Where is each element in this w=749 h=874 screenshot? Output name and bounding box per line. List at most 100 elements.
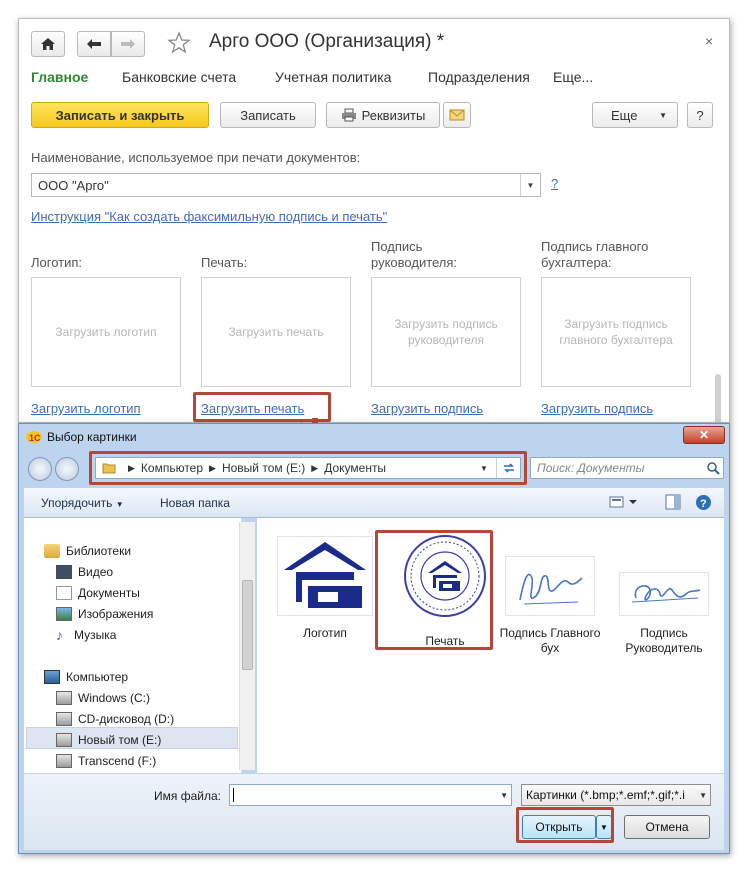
preview-pane-icon[interactable] — [665, 494, 681, 513]
upload-director-signature-link[interactable]: Загрузить подпись — [371, 401, 483, 416]
tree-drive-e[interactable]: Новый том (E:) — [56, 733, 161, 747]
tab-accounting-policy[interactable]: Учетная политика — [275, 69, 391, 85]
tree-music[interactable]: ♪ Музыка — [56, 628, 116, 642]
tree-computer-label: Компьютер — [66, 670, 129, 684]
stamp-image — [404, 535, 486, 617]
tree-documents-label: Документы — [78, 586, 140, 600]
tree-drive-c-label: Windows (C:) — [78, 691, 151, 705]
print-name-help-link[interactable]: ? — [551, 176, 558, 191]
organize-button[interactable]: Упорядочить ▼ — [41, 496, 124, 510]
dropdown-arrow-icon[interactable]: ▼ — [520, 174, 540, 196]
tree-video[interactable]: Видео — [56, 565, 113, 579]
forward-button[interactable] — [111, 31, 145, 57]
chevron-down-icon[interactable]: ▼ — [480, 464, 488, 473]
file-director-signature-name[interactable]: Подпись Руководитель — [609, 626, 719, 656]
signature-image — [519, 573, 583, 605]
upload-accountant-signature-link[interactable]: Загрузить подпись — [541, 401, 653, 416]
address-bar[interactable]: ▶ Компьютер ▶ Новый том (E:) ▶ Документы… — [95, 457, 521, 479]
chevron-down-icon[interactable]: ▼ — [500, 791, 508, 800]
chevron-down-icon: ▼ — [600, 822, 608, 832]
organization-window: Арго ООО (Организация) * × Главное Банко… — [18, 18, 730, 423]
drive-icon — [56, 733, 72, 747]
envelope-icon — [449, 109, 465, 121]
scrollbar-thumb[interactable] — [242, 580, 253, 670]
more-menu-label: Еще — [611, 107, 638, 123]
back-button[interactable] — [28, 457, 52, 481]
tree-libraries[interactable]: Библиотеки — [44, 544, 131, 558]
breadcrumb-drive[interactable]: Новый том (E:) — [222, 461, 305, 475]
upload-stamp-link[interactable]: Загрузить печать — [201, 401, 304, 416]
search-input[interactable]: Поиск: Документы — [530, 457, 724, 479]
more-menu-button[interactable]: Еще ▼ — [592, 102, 678, 128]
open-button[interactable]: Открыть — [522, 815, 596, 839]
home-button[interactable] — [31, 31, 65, 57]
tree-documents[interactable]: Документы — [56, 586, 140, 600]
instruction-link[interactable]: Инструкция "Как создать факсимильную под… — [31, 209, 387, 224]
new-folder-button[interactable]: Новая папка — [160, 496, 230, 510]
close-icon[interactable]: ✕ — [683, 426, 725, 444]
stamp-image-slot[interactable]: Загрузить печать — [201, 277, 351, 387]
cancel-button[interactable]: Отмена — [624, 815, 710, 839]
search-icon[interactable] — [707, 462, 720, 475]
print-name-field[interactable]: ООО "Арго" ▼ — [31, 173, 541, 197]
breadcrumb-documents[interactable]: Документы — [324, 461, 386, 475]
file-accountant-signature-thumbnail[interactable] — [505, 556, 595, 616]
dialog-bottom-bar: Имя файла: ▼ Картинки (*.bmp;*.emf;*.gif… — [24, 773, 724, 850]
help-button[interactable]: ? — [687, 102, 713, 128]
svg-text:1С: 1С — [29, 433, 41, 443]
svg-text:?: ? — [700, 498, 707, 510]
tree-drive-d[interactable]: CD-дисковод (D:) — [56, 712, 174, 726]
file-logo-thumbnail[interactable] — [277, 536, 373, 616]
arrow-right-icon — [121, 39, 135, 49]
tab-departments[interactable]: Подразделения — [428, 69, 530, 85]
print-name-label: Наименование, используемое при печати до… — [31, 150, 361, 165]
view-options-icon[interactable] — [609, 494, 639, 513]
close-icon[interactable]: × — [705, 33, 713, 49]
details-button-label: Реквизиты — [361, 107, 426, 123]
favorite-star-icon[interactable] — [167, 31, 191, 58]
tree-images[interactable]: Изображения — [56, 607, 153, 621]
breadcrumb-arrow-icon: ▶ — [209, 462, 216, 473]
breadcrumb-computer[interactable]: Компьютер — [141, 461, 203, 475]
save-button[interactable]: Записать — [220, 102, 316, 128]
director-signature-slot[interactable]: Загрузить подпись руководителя — [371, 277, 521, 387]
file-director-signature-thumbnail[interactable] — [619, 572, 709, 616]
drive-icon — [56, 691, 72, 705]
logo-label: Логотип: — [31, 255, 83, 270]
file-list: Логотип Печать Подпись Главного бух Подп… — [257, 518, 724, 773]
refresh-icon[interactable] — [496, 458, 520, 478]
chevron-down-icon[interactable]: ▼ — [696, 791, 707, 800]
printer-icon — [341, 108, 356, 122]
accountant-signature-label: Подпись главного бухгалтера: — [541, 239, 649, 270]
scrollbar[interactable] — [715, 374, 721, 422]
file-logo-name[interactable]: Логотип — [270, 626, 380, 641]
logo-image-slot[interactable]: Загрузить логотип — [31, 277, 181, 387]
arrow-left-icon — [87, 39, 101, 49]
tree-computer[interactable]: Компьютер — [44, 670, 128, 684]
email-button[interactable] — [443, 102, 471, 128]
dialog-toolbar: Упорядочить ▼ Новая папка ? — [24, 488, 724, 518]
accountant-signature-slot[interactable]: Загрузить подпись главного бухгалтера — [541, 277, 691, 387]
file-name-input[interactable]: ▼ — [229, 784, 512, 806]
help-icon[interactable]: ? — [695, 494, 712, 514]
tab-main[interactable]: Главное — [31, 69, 88, 85]
library-icon — [44, 544, 60, 558]
navigation-scrollbar[interactable] — [239, 522, 255, 770]
tree-drive-f[interactable]: Transcend (F:) — [56, 754, 156, 768]
navigation-pane: Библиотеки Видео Документы Изображения ♪… — [24, 518, 242, 773]
details-button[interactable]: Реквизиты — [326, 102, 440, 128]
file-type-filter[interactable]: Картинки (*.bmp;*.emf;*.gif;*.i ▼ — [521, 784, 711, 806]
file-stamp-name[interactable]: Печать — [390, 634, 500, 649]
forward-button[interactable] — [55, 457, 79, 481]
tree-drive-c[interactable]: Windows (C:) — [56, 691, 150, 705]
stamp-label: Печать: — [201, 255, 248, 270]
open-split-dropdown[interactable]: ▼ — [596, 815, 612, 839]
tab-more[interactable]: Еще... — [553, 69, 593, 85]
save-and-close-button[interactable]: Записать и закрыть — [31, 102, 209, 128]
back-button[interactable] — [77, 31, 111, 57]
file-stamp-thumbnail[interactable] — [397, 535, 493, 617]
upload-logo-link[interactable]: Загрузить логотип — [31, 401, 141, 416]
tab-bank-accounts[interactable]: Банковские счета — [122, 69, 236, 85]
home-icon — [41, 38, 55, 50]
file-accountant-signature-name[interactable]: Подпись Главного бух — [495, 626, 605, 656]
